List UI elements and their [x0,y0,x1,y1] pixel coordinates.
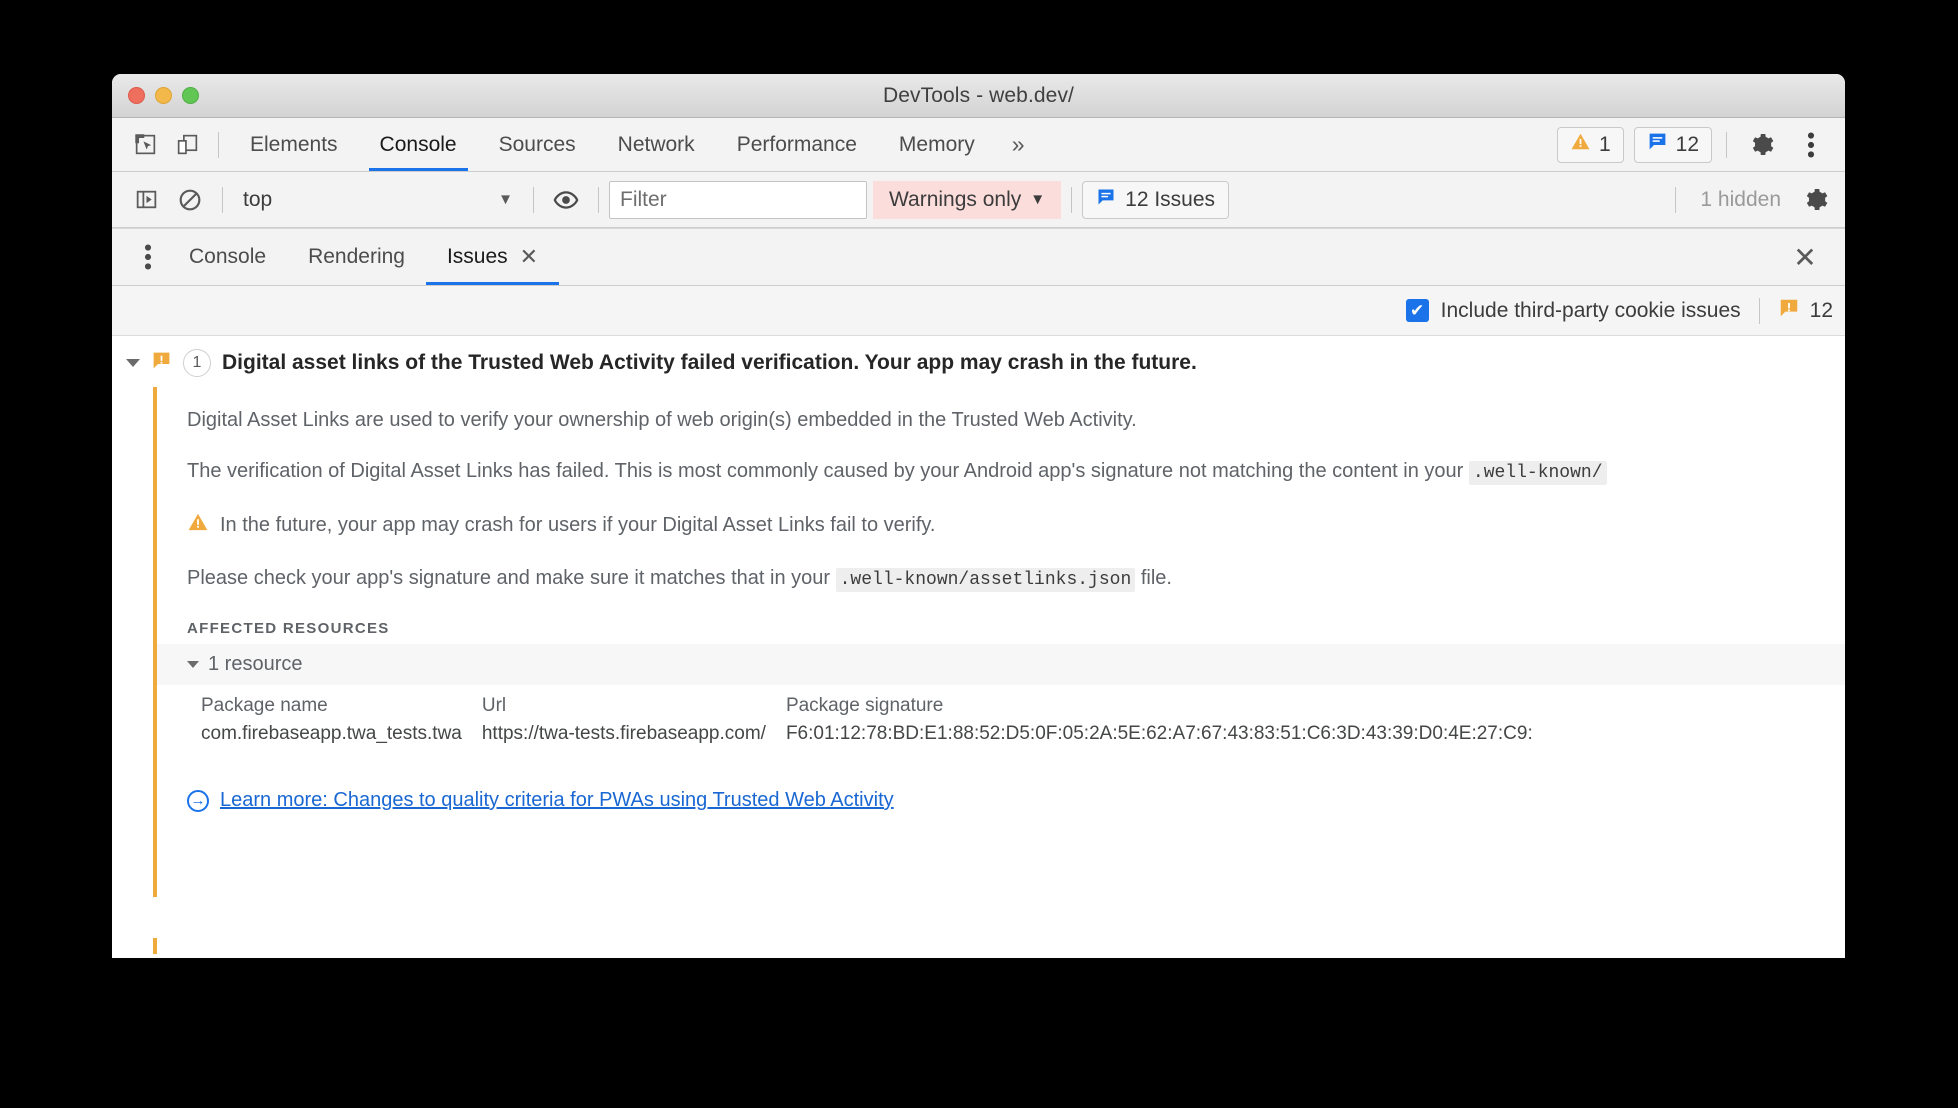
issues-button[interactable]: 12 Issues [1082,180,1230,219]
log-level-dropdown[interactable]: Warnings only ▼ [873,180,1062,219]
issue-count: 12 [1675,132,1699,156]
console-toolbar: top ▼ Warnings only ▼ 12 [112,172,1845,228]
issues-list: 1 Digital asset links of the Trusted Web… [112,336,1845,954]
drawer-tab-rendering[interactable]: Rendering [287,229,426,285]
log-level-value: Warnings only [889,187,1022,211]
wellknown-path-code: .well-known/ [1468,461,1607,485]
external-link-arrow-icon: → [187,789,209,812]
tab-elements[interactable]: Elements [229,118,359,171]
devtools-window: DevTools - web.dev/ Elements Console Sou… [112,74,1845,958]
issue-paragraph-3-pre: Please check your app's signature and ma… [187,567,836,589]
issue-paragraph-2: The verification of Digital Asset Links … [157,446,1845,497]
drawer-tab-console[interactable]: Console [168,229,287,285]
expand-triangle-icon [187,661,199,668]
issue-occurrence-count: 1 [183,349,211,377]
clear-console-icon[interactable] [168,178,212,222]
execution-context-dropdown[interactable]: top ▼ [233,180,523,220]
column-header-package-signature: Package signature [785,695,944,716]
chevron-down-icon: ▼ [498,191,513,208]
panel-toolbar-right: 1 12 [1556,125,1845,165]
toolbar-divider [218,131,219,158]
hidden-messages-count: 1 hidden [1700,187,1781,211]
issues-total-count: 12 [1778,297,1833,324]
filter-input[interactable] [609,180,867,219]
learn-more-link[interactable]: Learn more: Changes to quality criteria … [220,789,894,812]
console-sidebar-icon[interactable] [124,178,168,222]
toolbar-divider [222,186,223,213]
tab-sources[interactable]: Sources [478,118,597,171]
affected-resources-heading: AFFECTED RESOURCES [187,620,390,637]
cell-url[interactable]: https://twa-tests.firebaseapp.com/ [482,723,786,751]
column-header-package-name: Package name [201,695,328,716]
window-title: DevTools - web.dev/ [883,83,1074,107]
toolbar-divider [533,186,534,213]
issue-paragraph-1: Digital Asset Links are used to verify y… [187,409,1137,431]
warning-triangle-icon [1570,131,1591,158]
assetlinks-json-code: .well-known/assetlinks.json [835,568,1136,592]
expand-triangle-icon[interactable] [126,359,140,367]
gear-icon[interactable] [1741,125,1781,165]
third-party-cookie-label: Include third-party cookie issues [1440,298,1741,322]
warning-count: 1 [1598,132,1611,156]
issue-paragraph-2-text: The verification of Digital Asset Links … [187,460,1469,482]
drawer-tab-label: Rendering [308,245,405,268]
issue-title: Digital asset links of the Trusted Web A… [222,351,1197,374]
device-toolbar-icon[interactable] [166,124,208,166]
toolbar-divider [598,186,599,213]
drawer-tab-label: Console [189,245,267,268]
issue-accent-bar [153,938,157,954]
panel-tabs: Elements Console Sources Network Perform… [229,118,1041,171]
toolbar-divider [1675,186,1677,213]
panel-tabbar: Elements Console Sources Network Perform… [112,118,1845,172]
toolbar-divider [1071,186,1073,213]
tab-console[interactable]: Console [359,118,478,171]
drawer-tab-issues[interactable]: Issues ✕ [425,229,560,285]
affected-resources-table: Package name Url Package signature com.f… [157,685,1845,751]
more-tabs-chevron-icon[interactable]: » [996,118,1041,171]
toolbar-divider [1726,131,1727,158]
vertical-dots-icon[interactable] [128,237,168,277]
issue-warning-line: In the future, your app may crash for us… [157,497,1845,553]
learn-more-row[interactable]: → Learn more: Changes to quality criteri… [157,751,1845,812]
cell-package-name: com.firebaseapp.twa_tests.twa [201,723,462,744]
issue-speech-bubble-icon [1647,131,1668,158]
toolbar-divider [1758,297,1760,324]
issues-total-number: 12 [1809,298,1833,322]
issue-warning-text: In the future, your app may crash for us… [220,513,936,536]
warnings-badge[interactable]: 1 [1556,126,1624,163]
tab-network[interactable]: Network [597,118,716,171]
column-header-url: Url [481,695,507,716]
issues-button-label: 12 Issues [1125,187,1216,211]
issue-detail-panel: Digital Asset Links are used to verify y… [153,387,1845,897]
issue-paragraph-3-post: file. [1135,567,1172,589]
resource-toggle[interactable]: 1 resource [157,644,1845,685]
tab-memory[interactable]: Memory [878,118,996,171]
issues-toolbar: ✔ Include third-party cookie issues 12 [112,286,1845,336]
tab-performance[interactable]: Performance [716,118,878,171]
issue-header-row[interactable]: 1 Digital asset links of the Trusted Web… [112,336,1845,387]
third-party-cookie-checkbox[interactable]: ✔ [1405,299,1429,322]
gear-icon[interactable] [1795,180,1835,220]
third-party-cookie-checkbox-row[interactable]: ✔ Include third-party cookie issues [1405,298,1741,323]
issues-badge[interactable]: 12 [1633,126,1712,163]
chevron-down-icon: ▼ [1030,191,1046,208]
drawer-tabbar: Console Rendering Issues ✕ ✕ [112,228,1845,286]
cell-package-signature: F6:01:12:78:BD:E1:88:52:D5:0F:05:2A:5E:6… [785,723,1533,744]
window-titlebar: DevTools - web.dev/ [112,74,1845,118]
vertical-dots-icon[interactable] [1791,125,1831,165]
inspect-element-icon[interactable] [124,124,166,166]
table-header-row: Package name Url Package signature [201,693,1553,723]
issue-speech-bubble-icon [1096,187,1116,213]
issue-speech-bubble-icon [151,350,172,376]
warning-triangle-icon [187,511,209,539]
execution-context-value: top [243,187,273,211]
live-expression-eye-icon[interactable] [544,178,588,222]
drawer-tab-label: Issues [446,245,508,268]
issue-speech-bubble-icon [1778,297,1800,324]
close-drawer-icon[interactable]: ✕ [1787,239,1823,275]
table-row: com.firebaseapp.twa_tests.twa https://tw… [201,723,1553,751]
issue-paragraph-3: Please check your app's signature and ma… [157,553,1845,604]
close-tab-icon[interactable]: ✕ [520,244,538,270]
resource-toggle-label: 1 resource [208,653,303,675]
